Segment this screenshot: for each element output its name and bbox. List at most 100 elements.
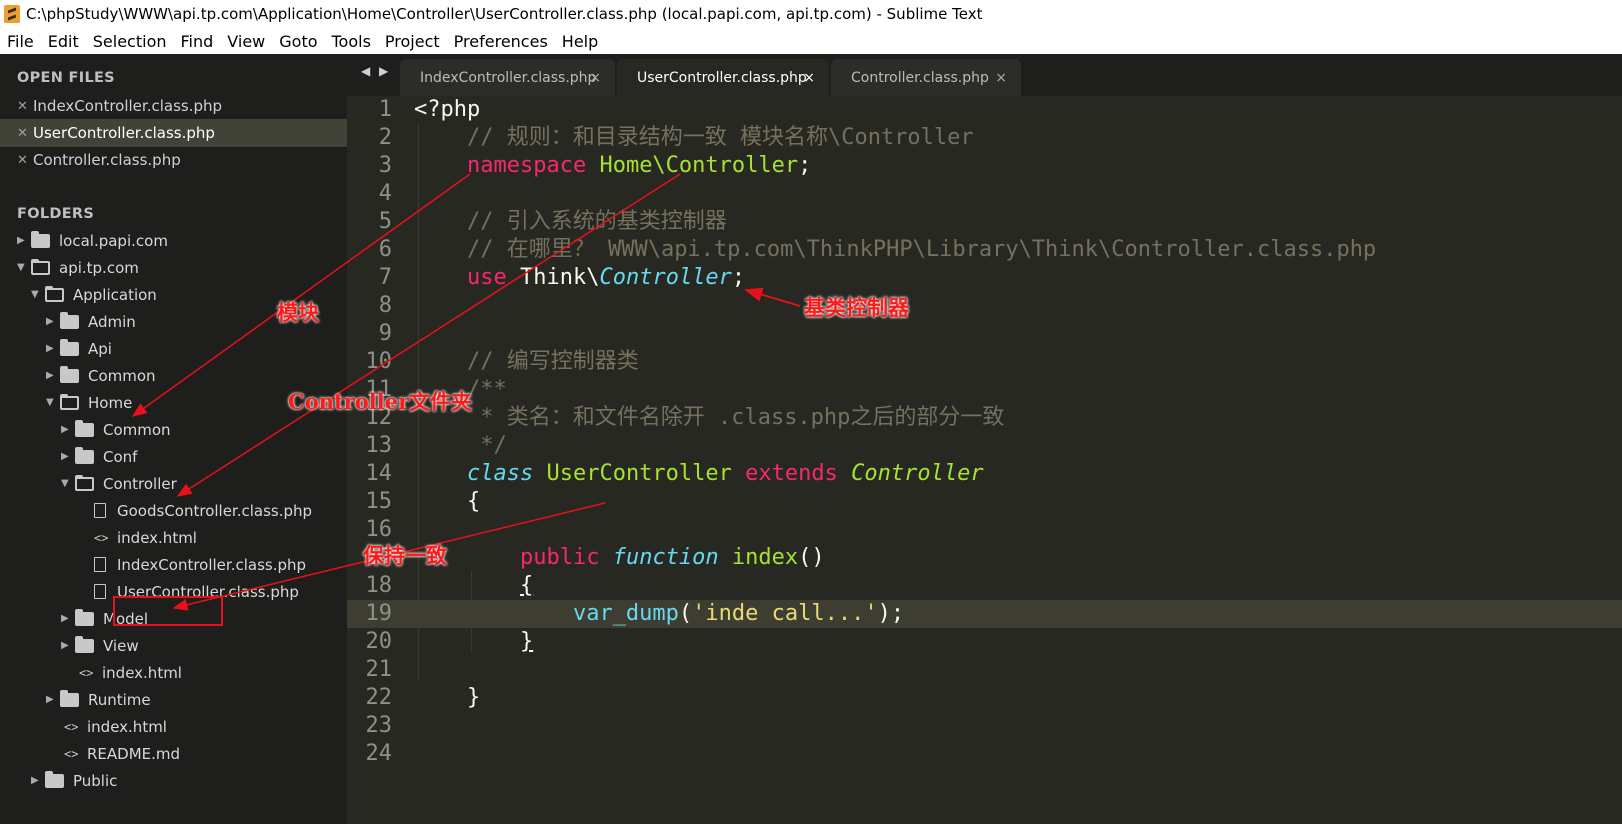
- code-line[interactable]: 13 */: [347, 432, 1622, 460]
- chevron-down-icon[interactable]: ▼: [17, 262, 31, 273]
- folder-open-icon: [75, 474, 94, 491]
- folder-icon: [75, 635, 94, 653]
- tree-file[interactable]: <> README.md: [64, 740, 180, 767]
- menu-bar: File Edit Selection Find View Goto Tools…: [0, 28, 1622, 55]
- tree-file[interactable]: GoodsController.class.php: [94, 497, 312, 524]
- tree-folder[interactable]: ▶ Model: [61, 605, 148, 632]
- tab-controller[interactable]: Controller.class.php ×: [831, 59, 1021, 96]
- tree-folder[interactable]: ▼ api.tp.com: [17, 254, 139, 281]
- code-line[interactable]: 23: [347, 712, 1622, 740]
- tree-folder[interactable]: ▼ Controller: [61, 470, 177, 497]
- menu-goto[interactable]: Goto: [272, 32, 324, 51]
- menu-help[interactable]: Help: [555, 32, 605, 51]
- code-icon: <>: [64, 719, 79, 734]
- triangle-left-icon[interactable]: ◀: [361, 64, 370, 78]
- menu-file[interactable]: File: [0, 32, 41, 51]
- code-line[interactable]: 3 namespace Home\Controller;: [347, 152, 1622, 180]
- chevron-right-icon[interactable]: ▶: [46, 694, 60, 705]
- code-line[interactable]: 1 <?php: [347, 96, 1622, 124]
- code-line[interactable]: 10 // 编写控制器类: [347, 348, 1622, 376]
- menu-find[interactable]: Find: [174, 32, 221, 51]
- code-line[interactable]: 15 {: [347, 488, 1622, 516]
- code-line[interactable]: 22 }: [347, 684, 1622, 712]
- chevron-down-icon[interactable]: ▼: [61, 478, 75, 489]
- tree-folder[interactable]: ▼ Application: [31, 281, 157, 308]
- code-line[interactable]: 14 class UserController extends Controll…: [347, 460, 1622, 488]
- open-file-item[interactable]: ✕ IndexController.class.php: [0, 92, 347, 120]
- triangle-right-icon[interactable]: ▶: [379, 64, 388, 78]
- close-icon[interactable]: ×: [995, 70, 1007, 86]
- code-line[interactable]: 4: [347, 180, 1622, 208]
- code-line[interactable]: 21: [347, 656, 1622, 684]
- folder-icon: [60, 689, 79, 707]
- chevron-right-icon[interactable]: ▶: [61, 613, 75, 624]
- chevron-right-icon[interactable]: ▶: [61, 640, 75, 651]
- code-line[interactable]: 6 // 在哪里？ WWW\api.tp.com\ThinkPHP\Librar…: [347, 236, 1622, 264]
- close-icon[interactable]: ×: [803, 70, 815, 86]
- tree-file[interactable]: <> index.html: [64, 713, 167, 740]
- code-line[interactable]: 16: [347, 516, 1622, 544]
- code-line[interactable]: 9: [347, 320, 1622, 348]
- code-line[interactable]: 20 }: [347, 628, 1622, 656]
- tree-file[interactable]: UserController.class.php: [94, 578, 299, 605]
- menu-edit[interactable]: Edit: [41, 32, 86, 51]
- code-line[interactable]: 18 {: [347, 572, 1622, 600]
- chevron-right-icon[interactable]: ▶: [46, 316, 60, 327]
- code-line-current[interactable]: 19 var_dump('inde call...');: [347, 600, 1622, 628]
- chevron-right-icon[interactable]: ▶: [17, 235, 31, 246]
- open-file-item-active[interactable]: ✕ UserController.class.php: [0, 119, 347, 147]
- tree-folder[interactable]: ▶ View: [61, 632, 139, 659]
- code-icon: <>: [64, 746, 79, 761]
- code-editor[interactable]: 1 <?php 2 // 规则：和目录结构一致 模块名称\Controller 3…: [347, 96, 1622, 824]
- tree-folder[interactable]: ▶ Common: [61, 416, 171, 443]
- tree-folder[interactable]: ▶ local.papi.com: [17, 227, 168, 254]
- tree-file[interactable]: <> index.html: [79, 659, 182, 686]
- chevron-right-icon[interactable]: ▶: [46, 343, 60, 354]
- chevron-right-icon[interactable]: ▶: [61, 451, 75, 462]
- folder-icon: [75, 446, 94, 464]
- folder-icon: [75, 608, 94, 626]
- code-line[interactable]: 24: [347, 740, 1622, 768]
- tree-file[interactable]: IndexController.class.php: [94, 551, 306, 578]
- code-line[interactable]: 5 // 引入系统的基类控制器: [347, 208, 1622, 236]
- chevron-right-icon[interactable]: ▶: [31, 775, 45, 786]
- code-line[interactable]: 17 public function index(): [347, 544, 1622, 572]
- tree-folder[interactable]: ▶ Common: [46, 362, 156, 389]
- folder-icon: [45, 770, 64, 788]
- window-title: C:\phpStudy\WWW\api.tp.com\Application\H…: [26, 5, 983, 23]
- chevron-right-icon[interactable]: ▶: [46, 370, 60, 381]
- code-line[interactable]: 12 * 类名：和文件名除开 .class.php之后的部分一致: [347, 404, 1622, 432]
- code-line[interactable]: 7 use Think\Controller;: [347, 264, 1622, 292]
- menu-project[interactable]: Project: [378, 32, 447, 51]
- close-icon[interactable]: ✕: [17, 99, 28, 114]
- close-icon[interactable]: ×: [589, 70, 601, 86]
- code-line[interactable]: 2 // 规则：和目录结构一致 模块名称\Controller: [347, 124, 1622, 152]
- open-file-item[interactable]: ✕ Controller.class.php: [0, 146, 347, 174]
- open-files-header: OPEN FILES: [17, 70, 115, 86]
- tree-folder[interactable]: ▶ Admin: [46, 308, 136, 335]
- tree-folder[interactable]: ▶ Runtime: [46, 686, 151, 713]
- annotation-controller-folder: Controller文件夹: [288, 389, 473, 414]
- folder-open-icon: [60, 393, 79, 410]
- code-line[interactable]: 11 /**: [347, 376, 1622, 404]
- tree-folder[interactable]: ▶ Public: [31, 767, 117, 794]
- tab-user-controller[interactable]: UserController.class.php ×: [617, 59, 829, 96]
- annotation-consistent: 保持一致: [363, 543, 447, 568]
- menu-selection[interactable]: Selection: [86, 32, 174, 51]
- tree-folder[interactable]: ▶ Api: [46, 335, 112, 362]
- menu-tools[interactable]: Tools: [325, 32, 378, 51]
- chevron-down-icon[interactable]: ▼: [31, 289, 45, 300]
- close-icon[interactable]: ✕: [17, 153, 28, 168]
- tree-folder[interactable]: ▼ Home: [46, 389, 132, 416]
- menu-preferences[interactable]: Preferences: [447, 32, 555, 51]
- menu-view[interactable]: View: [220, 32, 272, 51]
- code-icon: <>: [94, 530, 109, 545]
- close-icon[interactable]: ✕: [17, 126, 28, 141]
- tree-folder[interactable]: ▶ Conf: [61, 443, 137, 470]
- tab-index-controller[interactable]: IndexController.class.php ×: [400, 59, 615, 96]
- chevron-right-icon[interactable]: ▶: [61, 424, 75, 435]
- tree-file[interactable]: <> index.html: [94, 524, 197, 551]
- code-line[interactable]: 8: [347, 292, 1622, 320]
- chevron-down-icon[interactable]: ▼: [46, 397, 60, 408]
- annotation-module: 模块: [277, 300, 319, 325]
